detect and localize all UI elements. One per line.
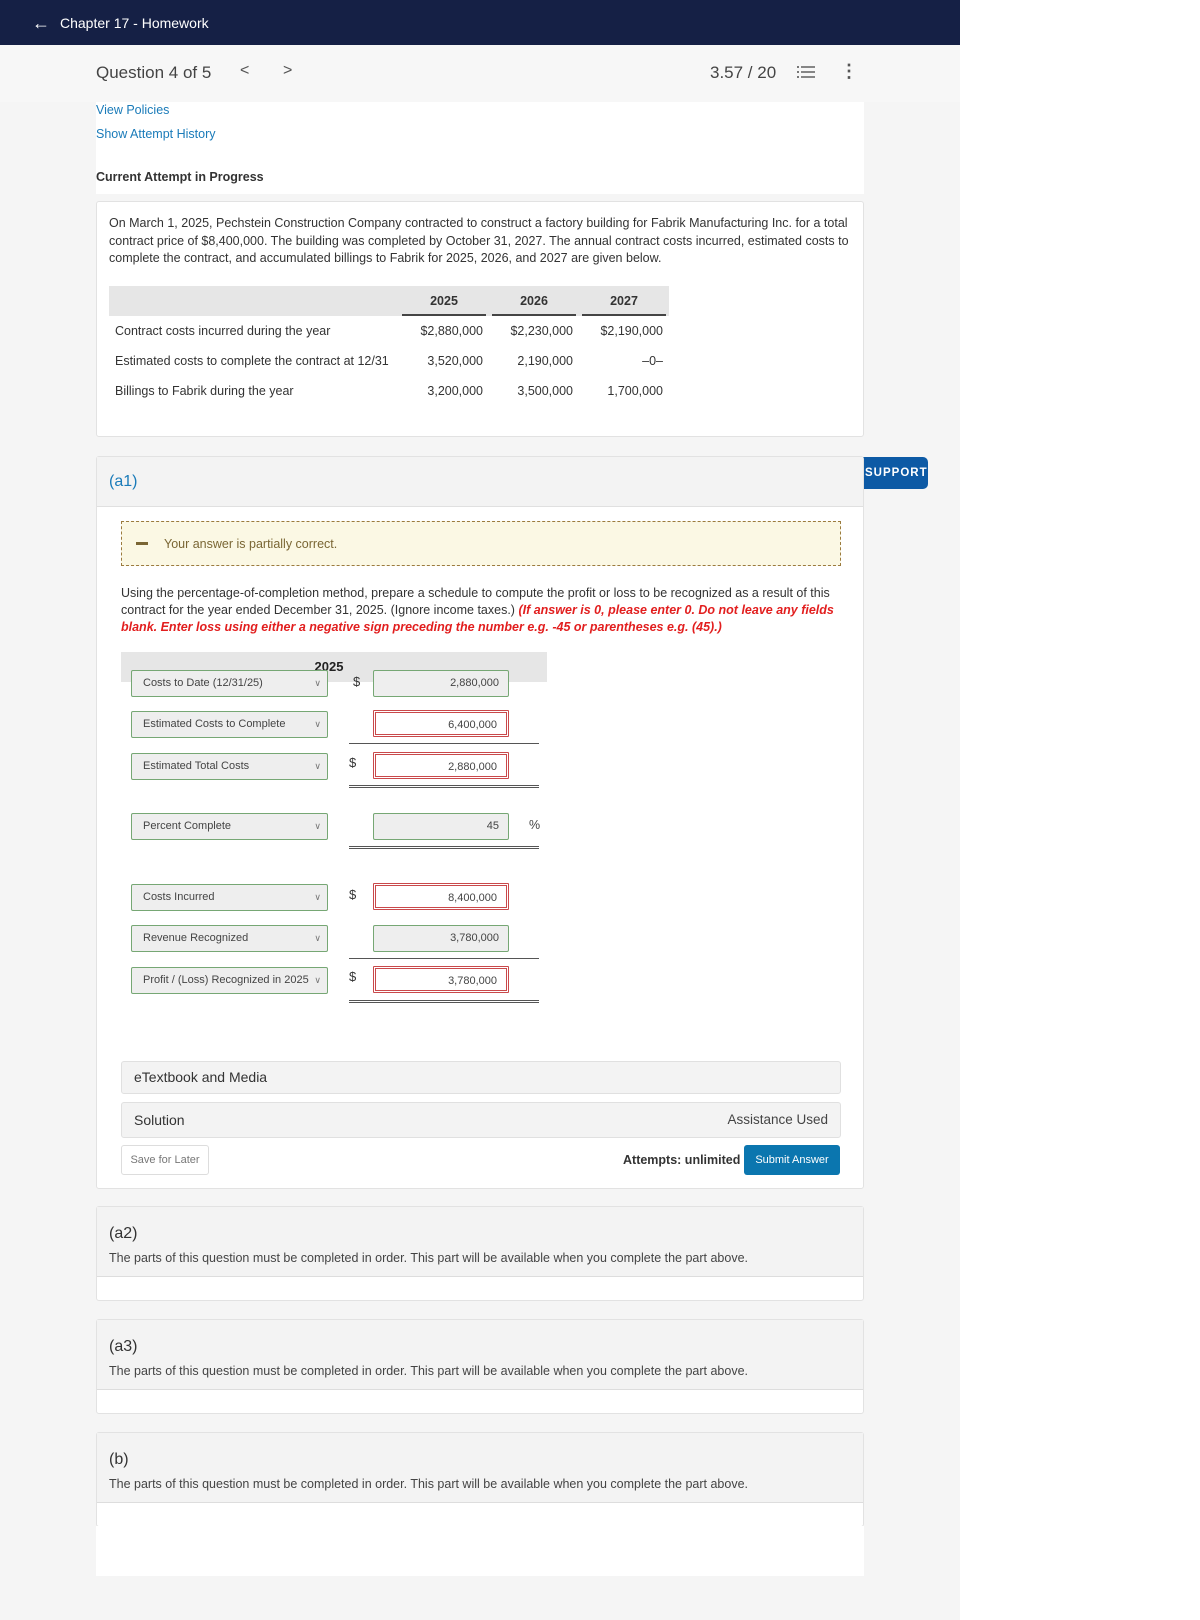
total-rule	[349, 785, 539, 788]
currency-symbol: $	[349, 755, 357, 770]
table-header-blank	[109, 286, 399, 316]
total-rule	[349, 846, 539, 849]
page-bottom-area	[96, 1526, 864, 1576]
amount-input[interactable]: 2,880,000	[373, 670, 509, 697]
more-vertical-icon[interactable]: ⋮	[840, 62, 858, 80]
attempts-label: Attempts: unlimited	[623, 1153, 741, 1167]
table-row: Billings to Fabrik during the year 3,200…	[109, 376, 669, 406]
part-a2-card: (a2) The parts of this question must be …	[96, 1206, 864, 1301]
cell: 3,200,000	[427, 384, 483, 398]
column-header: 2026	[489, 286, 579, 316]
line-item-select[interactable]: Revenue Recognized ∨	[131, 925, 328, 952]
problem-text: On March 1, 2025, Pechstein Construction…	[109, 216, 849, 265]
row-label: Billings to Fabrik during the year	[115, 384, 294, 398]
chevron-down-icon: ∨	[314, 933, 321, 943]
part-label: (a3)	[109, 1338, 138, 1355]
etextbook-label: eTextbook and Media	[134, 1069, 268, 1085]
line-item-select[interactable]: Costs Incurred ∨	[131, 884, 328, 911]
prev-question-button[interactable]: <	[240, 62, 249, 80]
total-rule	[349, 1000, 539, 1003]
line-item-select[interactable]: Estimated Costs to Complete ∨	[131, 711, 328, 738]
feedback-text: Your answer is partially correct.	[164, 536, 338, 551]
support-label: SUPPORT	[865, 467, 928, 479]
assignment-title[interactable]: Chapter 17 - Homework	[60, 15, 209, 31]
chevron-down-icon: ∨	[314, 975, 321, 985]
line-item-select[interactable]: Costs to Date (12/31/25) ∨	[131, 670, 328, 697]
attempt-status: Current Attempt in Progress	[96, 170, 264, 184]
table-row: Contract costs incurred during the year …	[109, 316, 669, 346]
cell: $2,230,000	[510, 324, 573, 338]
assistance-used-label: Assistance Used	[727, 1112, 828, 1127]
show-attempt-history-link[interactable]: Show Attempt History	[96, 127, 216, 141]
numbered-list-icon[interactable]	[797, 65, 815, 79]
part-label: (a1)	[109, 473, 138, 490]
part-label: (a2)	[109, 1225, 138, 1242]
view-policies-link[interactable]: View Policies	[96, 103, 169, 117]
row-label: Contract costs incurred during the year	[115, 324, 331, 338]
chevron-down-icon: ∨	[314, 678, 321, 688]
cell: 1,700,000	[607, 384, 663, 398]
part-a1-card: (a1) Your answer is partially correct. U…	[96, 456, 864, 1189]
table-row: Estimated costs to complete the contract…	[109, 346, 669, 376]
problem-card: On March 1, 2025, Pechstein Construction…	[96, 201, 864, 437]
save-for-later-button[interactable]: Save for Later	[121, 1145, 209, 1175]
top-header: ← Chapter 17 - Homework	[0, 0, 960, 45]
question-bar: Question 4 of 5 < > 3.57 / 20 ⋮	[0, 45, 960, 102]
amount-input[interactable]: 2,880,000	[373, 752, 509, 779]
submit-answer-button[interactable]: Submit Answer	[744, 1145, 840, 1175]
given-data-table: 2025 2026 2027 Contract costs incurred d…	[109, 286, 669, 406]
part-a3-card: (a3) The parts of this question must be …	[96, 1319, 864, 1414]
amount-input[interactable]: 3,780,000	[373, 925, 509, 952]
next-question-button[interactable]: >	[283, 62, 292, 80]
percent-input[interactable]: 45	[373, 813, 509, 840]
cell: –0–	[642, 354, 663, 368]
arrow-left-icon[interactable]: ←	[32, 14, 50, 32]
currency-symbol: $	[353, 674, 361, 689]
chevron-down-icon: ∨	[314, 719, 321, 729]
cell: $2,190,000	[600, 324, 663, 338]
row-label: Estimated costs to complete the contract…	[115, 354, 389, 368]
locked-message: The parts of this question must be compl…	[109, 1477, 749, 1491]
amount-input[interactable]: 3,780,000	[373, 966, 509, 993]
cell: 2,190,000	[517, 354, 573, 368]
right-margin	[960, 0, 1200, 1620]
currency-symbol: $	[349, 887, 357, 902]
locked-message: The parts of this question must be compl…	[109, 1364, 749, 1378]
amount-input[interactable]: 6,400,000	[373, 710, 509, 737]
column-header: 2025	[399, 286, 489, 316]
score-display: 3.57 / 20	[710, 63, 777, 82]
subtotal-rule	[349, 743, 539, 744]
solution-label: Solution	[134, 1112, 185, 1128]
currency-symbol: $	[349, 969, 357, 984]
line-item-select[interactable]: Estimated Total Costs ∨	[131, 753, 328, 780]
part-b-card: (b) The parts of this question must be c…	[96, 1432, 864, 1527]
locked-message: The parts of this question must be compl…	[109, 1251, 749, 1265]
chevron-down-icon: ∨	[314, 892, 321, 902]
chevron-down-icon: ∨	[314, 821, 321, 831]
cell: 3,500,000	[517, 384, 573, 398]
cell: $2,880,000	[420, 324, 483, 338]
percent-symbol: %	[529, 818, 541, 832]
partial-icon	[136, 542, 148, 545]
part-a1-header[interactable]: (a1)	[97, 457, 863, 507]
line-item-select[interactable]: Percent Complete ∨	[131, 813, 328, 840]
question-counter: Question 4 of 5	[96, 63, 212, 82]
part-label: (b)	[109, 1451, 129, 1468]
solution-toggle[interactable]: Solution Assistance Used	[121, 1102, 841, 1138]
subtotal-rule	[349, 958, 539, 959]
amount-input[interactable]: 8,400,000	[373, 883, 509, 910]
instructions: Using the percentage-of-completion metho…	[121, 585, 841, 636]
chevron-down-icon: ∨	[314, 761, 321, 771]
cell: 3,520,000	[427, 354, 483, 368]
feedback-banner: Your answer is partially correct.	[121, 521, 841, 566]
etextbook-media-toggle[interactable]: eTextbook and Media	[121, 1061, 841, 1094]
line-item-select[interactable]: Profit / (Loss) Recognized in 2025 ∨	[131, 967, 328, 994]
column-header: 2027	[579, 286, 669, 316]
